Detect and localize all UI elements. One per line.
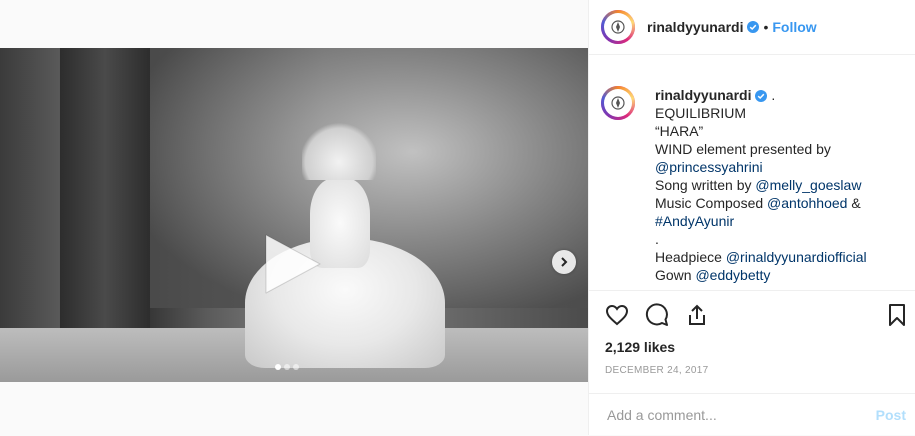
avatar-image xyxy=(604,13,632,41)
likes-count[interactable]: 2,129 likes xyxy=(605,339,675,355)
share-icon[interactable] xyxy=(685,303,709,327)
post-date[interactable]: DECEMBER 24, 2017 xyxy=(605,365,708,376)
caption-line: #AndyAyunir xyxy=(655,212,905,230)
caption-line: “HARA” xyxy=(655,123,704,139)
stage-curtain xyxy=(60,48,150,348)
header-username[interactable]: rinaldyyunardi xyxy=(647,19,743,35)
headpiece-figure xyxy=(302,120,376,180)
logo-icon xyxy=(611,96,625,110)
caption-area: rinaldyyunardi . EQUILIBRIUM “HARA” WIND… xyxy=(589,56,915,290)
follow-button[interactable]: Follow xyxy=(772,19,816,35)
caption-suffix: . xyxy=(771,87,776,103)
caption-author-line: rinaldyyunardi . xyxy=(655,86,905,104)
next-slide-button[interactable] xyxy=(552,250,576,274)
mention-link[interactable]: @rinaldyyunardiofficial xyxy=(726,249,867,265)
instagram-post: rinaldyyunardi • Follow rinaldyyunardi .… xyxy=(0,0,915,435)
mention-link[interactable]: @eddybetty xyxy=(695,267,770,283)
chevron-right-icon xyxy=(561,257,568,267)
caption-line: Headpiece @rinaldyyunardiofficial xyxy=(655,249,867,265)
caption-line: . xyxy=(655,231,659,247)
comment-input[interactable] xyxy=(605,406,859,424)
mention-link[interactable]: @melly_goeslaw xyxy=(755,177,861,193)
caption-avatar[interactable] xyxy=(601,86,635,120)
logo-icon xyxy=(611,20,625,34)
comment-icon[interactable] xyxy=(645,303,669,327)
media-area xyxy=(0,0,588,435)
play-icon xyxy=(265,234,321,294)
avatar[interactable] xyxy=(601,10,635,44)
caption-line: Music Composed @antohhoed & xyxy=(655,195,861,211)
post-header: rinaldyyunardi • Follow xyxy=(589,0,915,55)
carousel-dot xyxy=(284,364,290,370)
mention-link[interactable]: @antohhoed xyxy=(767,195,847,211)
carousel-dot xyxy=(275,364,281,370)
caption-line: Gown @eddybetty xyxy=(655,267,771,283)
post-comment-button[interactable]: Post xyxy=(876,407,906,423)
bookmark-icon[interactable] xyxy=(885,303,909,327)
caption-line: Song written by @melly_goeslaw xyxy=(655,177,862,193)
caption-username[interactable]: rinaldyyunardi xyxy=(655,87,751,103)
separator-dot: • xyxy=(763,19,769,35)
carousel-dot xyxy=(293,364,299,370)
post-video[interactable] xyxy=(0,48,588,382)
actions-section: 2,129 likes DECEMBER 24, 2017 Post xyxy=(589,290,915,435)
caption-text: rinaldyyunardi . EQUILIBRIUM “HARA” WIND… xyxy=(655,86,905,284)
verified-badge-icon xyxy=(755,90,768,103)
verified-badge-icon xyxy=(747,21,760,33)
caption-line: EQUILIBRIUM xyxy=(655,105,747,121)
carousel-indicator xyxy=(275,364,299,370)
avatar-image xyxy=(604,89,632,117)
hashtag-link[interactable]: #AndyAyunir xyxy=(655,213,734,229)
mention-link[interactable]: @princessyahrini xyxy=(655,159,763,175)
play-button[interactable] xyxy=(258,231,326,297)
action-icons xyxy=(605,303,709,327)
caption-line: WIND element presented by xyxy=(655,141,831,157)
caption-line: @princessyahrini xyxy=(655,158,905,176)
heart-icon[interactable] xyxy=(605,303,629,327)
comment-box: Post xyxy=(589,393,915,436)
post-sidebar: rinaldyyunardi • Follow rinaldyyunardi .… xyxy=(588,0,915,435)
